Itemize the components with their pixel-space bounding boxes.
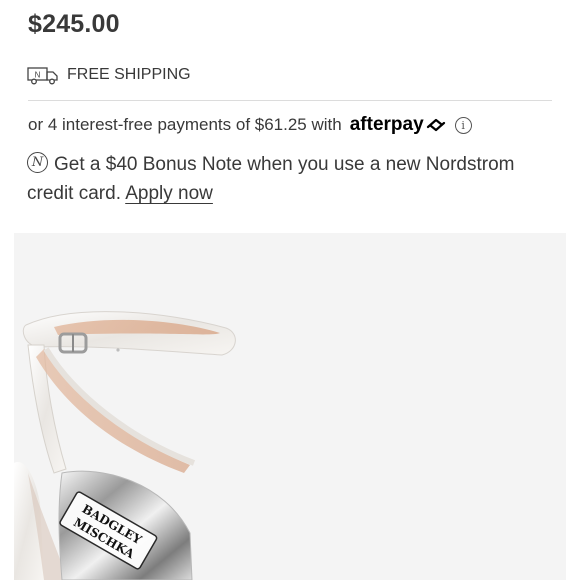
shipping-label: FREE SHIPPING xyxy=(67,66,191,83)
apply-now-link[interactable]: Apply now xyxy=(125,183,213,204)
product-price: $245.00 xyxy=(28,10,120,38)
nordstrom-note-icon: N xyxy=(27,152,48,173)
installment-text: or 4 interest-free payments of $61.25 wi… xyxy=(28,115,342,134)
info-icon[interactable]: i xyxy=(454,116,472,134)
bonus-text: Get a $40 Bonus Note when you use a new … xyxy=(27,154,515,204)
afterpay-logo-icon xyxy=(426,118,445,132)
product-image[interactable]: BADGLEY MISCHKA xyxy=(14,233,566,580)
divider xyxy=(28,100,552,101)
afterpay-wordmark: afterpay xyxy=(349,114,424,135)
installment-info: or 4 interest-free payments of $61.25 wi… xyxy=(28,114,472,136)
delivery-truck-icon: N xyxy=(27,64,59,86)
afterpay-logo[interactable]: afterpay xyxy=(350,114,447,136)
truck-logo-letter: N xyxy=(35,71,41,80)
bonus-note-offer: N Get a $40 Bonus Note when you use a new… xyxy=(27,150,557,208)
shipping-info: N FREE SHIPPING xyxy=(27,64,191,86)
